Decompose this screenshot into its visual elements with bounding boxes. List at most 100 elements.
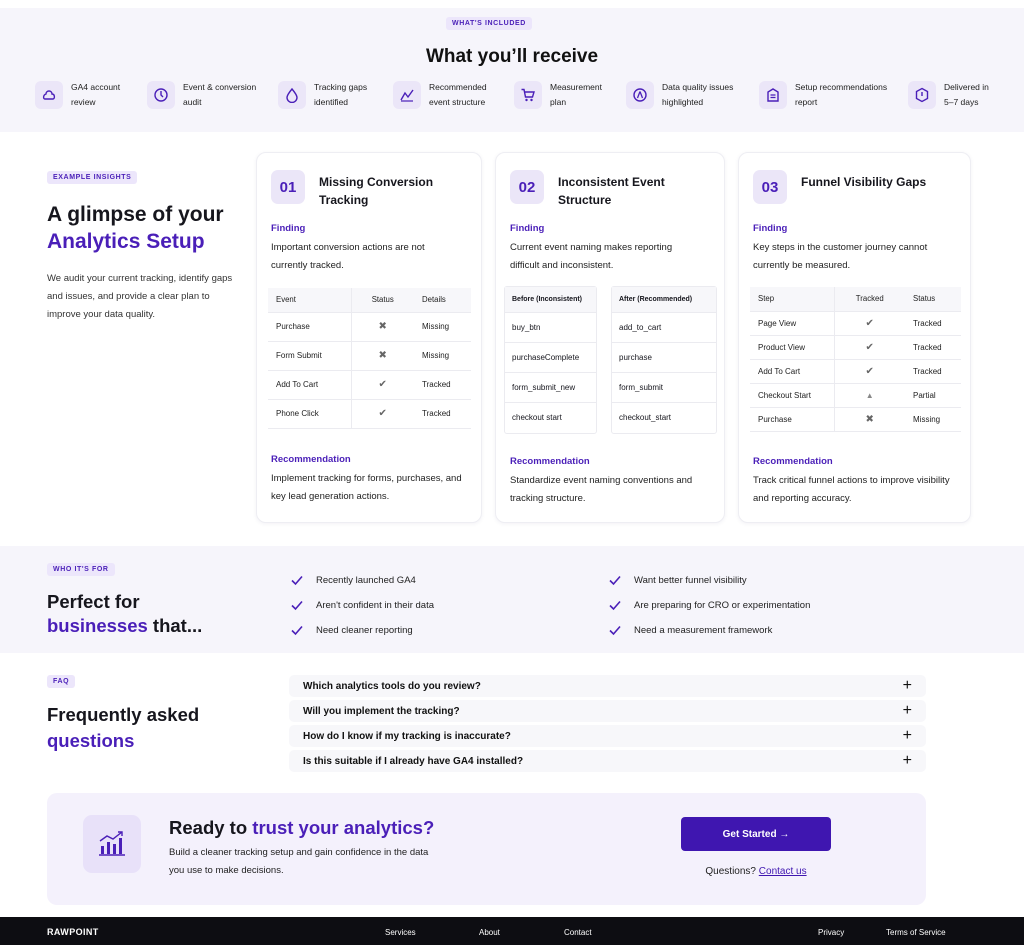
finding-text: Key steps in the customer journey cannot… [753, 242, 928, 271]
event-status-table: Event Status Details Purchase ✖ Missing Fo… [268, 288, 471, 429]
insight-card-missing-conversion: 01 Missing Conversion Tracking Finding I… [256, 152, 482, 523]
funnel-step-table: Step Tracked Status Page View ✔ Tracked Pr… [750, 287, 961, 432]
faq-title: Frequently asked questions [47, 704, 200, 751]
table-row: form_submit_new [505, 373, 596, 403]
insight-card-inconsistent-events: 02 Inconsistent Event Structure Finding … [495, 152, 725, 523]
table-row: Purchase ✖ Missing [750, 407, 961, 432]
finding-label: Finding [510, 223, 545, 234]
insight-card-funnel-gaps: 03 Funnel Visibility Gaps Finding Key st… [738, 152, 971, 523]
cross-icon: ✖ [833, 407, 905, 432]
calendar-icon [908, 81, 936, 109]
included-tag: What's included [446, 17, 532, 30]
included-title: What you’ll receive [425, 46, 599, 67]
faq-item[interactable]: Will you implement the tracking? + [289, 700, 926, 722]
warning-icon [626, 81, 654, 109]
plus-icon[interactable]: + [903, 752, 912, 770]
cta-title: Ready to trust your analytics? [169, 817, 435, 838]
table-row: add_to_cart [612, 313, 716, 343]
table-row: buy_btn [505, 313, 596, 343]
who-item: Recently launched GA4 [290, 573, 416, 587]
included-item-ga4: GA4 account review [35, 80, 120, 110]
cross-icon: ✖ [350, 341, 414, 371]
check-icon: ✔ [833, 311, 905, 336]
recommendation-label: Recommendation [271, 454, 351, 465]
included-item-recommendations-report: Setup recommendations report [759, 80, 887, 110]
table-row: purchase [612, 343, 716, 373]
card-title: Inconsistent Event Structure [558, 175, 665, 207]
table-row: Phone Click ✔ Tracked [268, 399, 471, 429]
recommendation-text: Standardize event naming conventions and… [510, 475, 693, 504]
table-row: checkout start [512, 413, 562, 422]
footer-brand[interactable]: RAWPOINT [47, 927, 99, 937]
included-item-delivery: Delivered in 5–7 days [908, 80, 989, 110]
check-icon [609, 625, 621, 636]
plus-icon[interactable]: + [903, 677, 912, 695]
table-row: Purchase ✖ Missing [268, 312, 471, 342]
recommendation-text: Track critical funnel actions to improve… [753, 475, 950, 504]
card-title: Funnel Visibility Gaps [801, 175, 927, 189]
recommendation-label: Recommendation [510, 456, 590, 467]
included-item-event-audit: Event & conversion audit [147, 80, 256, 110]
footer-link-privacy[interactable]: Privacy [818, 928, 844, 937]
recommendation-text: Implement tracking for forms, purchases,… [271, 473, 462, 502]
cta-description: Build a cleaner tracking setup and gain … [169, 847, 429, 876]
report-icon [759, 81, 787, 109]
finding-text: Important conversion actions are not cur… [271, 242, 425, 271]
cross-icon: ✖ [350, 312, 414, 342]
table-row: form_submit [612, 373, 716, 403]
contact-us-link[interactable]: Contact us [759, 866, 807, 877]
faq-item[interactable]: Which analytics tools do you review? + [289, 675, 926, 697]
insights-description: We audit your current tracking, identify… [47, 273, 233, 320]
finding-text: Current event naming makes reporting dif… [510, 242, 673, 271]
table-row: Checkout Start ▲ Partial [750, 383, 961, 408]
clock-icon [147, 81, 175, 109]
check-icon: ✔ [833, 359, 905, 384]
before-naming-table: Before (Inconsistent) buy_btn purchaseCo… [504, 286, 597, 434]
cta-banner: Ready to trust your analytics? Build a c… [47, 793, 926, 905]
footer-link-services[interactable]: Services [385, 928, 416, 937]
card-number: 02 [510, 170, 544, 204]
table-row: Add To Cart ✔ Tracked [268, 370, 471, 400]
check-icon: ✔ [350, 399, 414, 429]
table-row: Form Submit ✖ Missing [268, 341, 471, 371]
who-item: Aren't confident in their data [290, 598, 434, 612]
plus-icon[interactable]: + [903, 702, 912, 720]
who-item: Need cleaner reporting [290, 623, 413, 637]
footer-link-about[interactable]: About [479, 928, 500, 937]
included-item-event-structure: Recommended event structure [393, 80, 487, 110]
after-naming-table: After (Recommended) add_to_cart purchase… [611, 286, 717, 434]
footer-link-terms[interactable]: Terms of Service [886, 928, 946, 937]
plus-icon[interactable]: + [903, 727, 912, 745]
who-section: Who it's for Perfect for businesses that… [0, 546, 1024, 653]
card-number: 03 [753, 170, 787, 204]
faq-tag: FAQ [47, 675, 76, 688]
insights-title: A glimpse of your Analytics Setup [47, 203, 224, 253]
card-number: 01 [271, 170, 305, 204]
chart-line-icon [393, 81, 421, 109]
included-section: What's included What you’ll receive GA4 … [0, 8, 1024, 132]
insights-tag: Example insights [47, 171, 138, 184]
footer-link-contact[interactable]: Contact [564, 928, 592, 937]
finding-label: Finding [753, 223, 788, 234]
footer: RAWPOINT Services About Contact Privacy … [0, 917, 1024, 945]
cta-questions: Questions? Contact us [705, 866, 807, 877]
warning-triangle-icon: ▲ [833, 383, 905, 408]
faq-item[interactable]: How do I know if my tracking is inaccura… [289, 725, 926, 747]
ga4-icon [35, 81, 63, 109]
check-icon [609, 575, 621, 586]
table-row: Product View ✔ Tracked [750, 335, 961, 360]
who-item: Need a measurement framework [608, 623, 772, 637]
faq-item[interactable]: Is this suitable if I already have GA4 i… [289, 750, 926, 772]
card-title: Missing Conversion Tracking [319, 175, 434, 207]
check-icon [291, 600, 303, 611]
cart-icon [514, 81, 542, 109]
analytics-chart-icon [83, 815, 141, 873]
droplet-icon [278, 81, 306, 109]
check-icon: ✔ [350, 370, 414, 400]
check-icon: ✔ [833, 335, 905, 360]
table-row: Add To Cart ✔ Tracked [750, 359, 961, 384]
table-row: purchaseComplete [505, 343, 596, 373]
recommendation-label: Recommendation [753, 456, 833, 467]
get-started-button[interactable]: Get Started → [681, 817, 831, 851]
included-item-data-quality: Data quality issues highlighted [626, 80, 733, 110]
